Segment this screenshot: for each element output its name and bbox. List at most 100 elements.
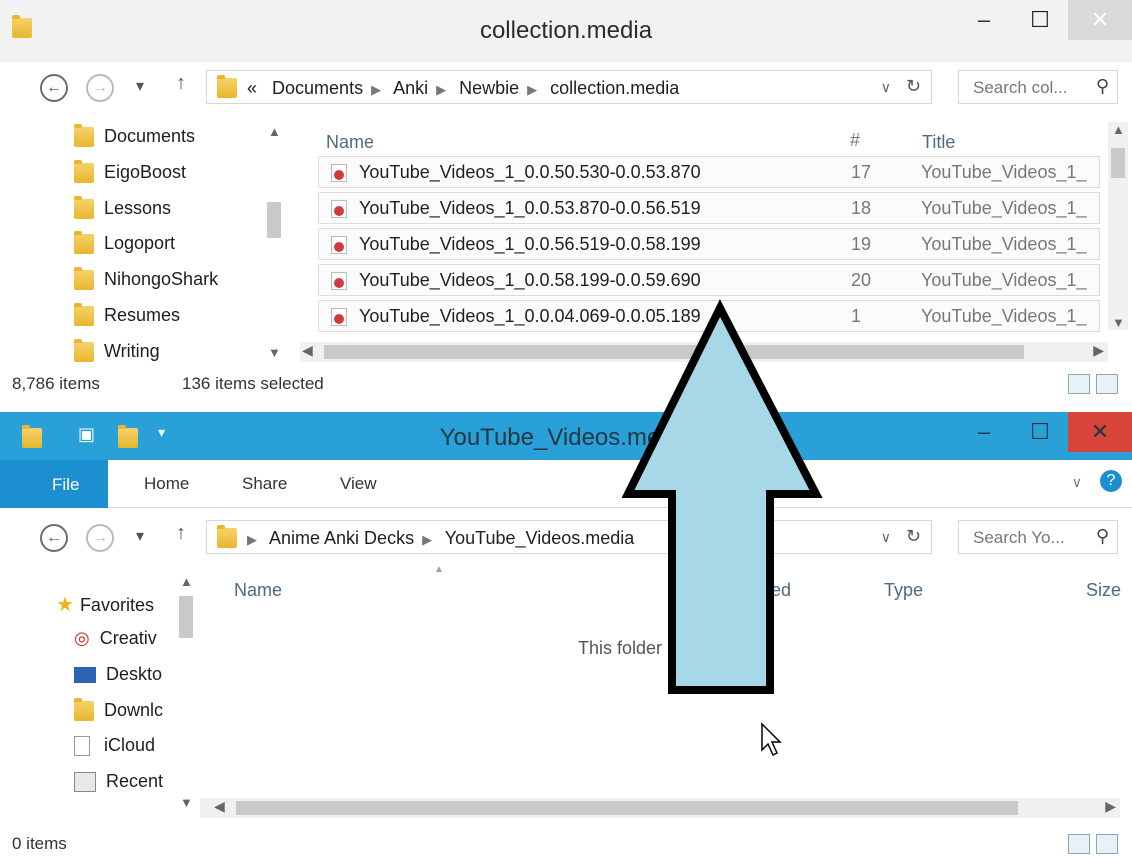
details-view-icon[interactable] bbox=[1068, 374, 1090, 394]
up-button[interactable]: ↑ bbox=[176, 522, 186, 545]
breadcrumb-youtube-videos-media[interactable]: YouTube_Videos.media bbox=[445, 528, 634, 548]
search-icon[interactable]: ⚲ bbox=[1096, 76, 1109, 97]
minimize-button[interactable]: – bbox=[956, 412, 1012, 452]
breadcrumb-anime-anki-decks[interactable]: Anime Anki Decks bbox=[269, 528, 414, 548]
search-box[interactable]: Search Yo... ⚲ bbox=[958, 520, 1118, 554]
nav-pane-scrollbar[interactable]: ▲ ▼ bbox=[176, 574, 196, 810]
maximize-button[interactable]: ☐ bbox=[1012, 0, 1068, 40]
recent-locations-dropdown[interactable]: ▾ bbox=[136, 76, 144, 96]
column-header-date-modified[interactable]: Date modified bbox=[680, 580, 791, 601]
scrollbar-thumb[interactable] bbox=[236, 801, 1018, 815]
scroll-left-icon[interactable]: ◀ bbox=[302, 342, 313, 359]
nav-item-favorites[interactable]: ★ Favorites bbox=[56, 592, 154, 617]
scroll-up-icon[interactable]: ▲ bbox=[1112, 122, 1125, 137]
file-list-vertical-scrollbar[interactable]: ▲ ▼ bbox=[1108, 122, 1128, 330]
column-header-title[interactable]: Title bbox=[922, 132, 955, 153]
scroll-up-icon[interactable]: ▲ bbox=[180, 574, 193, 589]
address-bar[interactable]: ▶ Anime Anki Decks ▶ YouTube_Videos.media… bbox=[206, 520, 932, 554]
file-name: YouTube_Videos_1_0.0.04.069-0.0.05.189 bbox=[359, 306, 701, 326]
nav-item-eigoboost[interactable]: EigoBoost bbox=[74, 160, 186, 184]
nav-label: Resumes bbox=[104, 305, 181, 325]
recent-locations-dropdown[interactable]: ▾ bbox=[136, 526, 144, 546]
file-list-horizontal-scrollbar[interactable]: ◀ ▶ bbox=[200, 798, 1120, 818]
address-bar[interactable]: « Documents ▶ Anki ▶ Newbie ▶ collection.me… bbox=[206, 70, 932, 104]
star-icon: ★ bbox=[56, 594, 74, 616]
tab-home[interactable]: Home bbox=[144, 474, 189, 494]
large-icons-view-icon[interactable] bbox=[1096, 834, 1118, 854]
scrollbar-thumb[interactable] bbox=[267, 202, 281, 238]
address-dropdown[interactable]: ∨ bbox=[881, 79, 891, 96]
nav-label: Creativ bbox=[99, 628, 157, 648]
file-row[interactable]: YouTube_Videos_1_0.0.04.069-0.0.05.189 1 Y… bbox=[318, 300, 1100, 332]
scroll-down-icon[interactable]: ▼ bbox=[268, 345, 281, 360]
column-header-name[interactable]: Name bbox=[234, 580, 282, 601]
breadcrumb-collection-media[interactable]: collection.media bbox=[550, 78, 679, 98]
maximize-button[interactable]: ☐ bbox=[1012, 412, 1068, 452]
selection-count: 136 items selected bbox=[182, 374, 324, 393]
title-bar[interactable]: ▣ ▾ YouTube_Videos.media – ☐ ✕ bbox=[0, 412, 1132, 460]
column-header-number[interactable]: # bbox=[850, 130, 860, 151]
scroll-left-icon[interactable]: ◀ bbox=[214, 798, 225, 815]
nav-item-recent[interactable]: Recent bbox=[74, 771, 163, 793]
file-list-horizontal-scrollbar[interactable]: ◀ ▶ bbox=[300, 342, 1108, 362]
address-row: ← → ▾ ↑ ▶ Anime Anki Decks ▶ YouTube_Vide… bbox=[0, 512, 1132, 564]
scroll-right-icon[interactable]: ▶ bbox=[1105, 798, 1116, 815]
recent-places-icon bbox=[74, 772, 96, 793]
breadcrumb-newbie[interactable]: Newbie bbox=[459, 78, 519, 98]
expand-ribbon-icon[interactable]: ∨ bbox=[1072, 474, 1082, 491]
title-bar[interactable]: collection.media – ☐ ✕ bbox=[0, 0, 1132, 62]
refresh-icon[interactable]: ↻ bbox=[906, 76, 921, 97]
nav-item-desktop[interactable]: Deskto bbox=[74, 664, 162, 685]
scroll-up-icon[interactable]: ▲ bbox=[268, 124, 281, 139]
up-button[interactable]: ↑ bbox=[176, 72, 186, 95]
tab-view[interactable]: View bbox=[340, 474, 377, 494]
nav-item-logoport[interactable]: Logoport bbox=[74, 231, 175, 255]
scroll-down-icon[interactable]: ▼ bbox=[180, 795, 193, 810]
column-header-name[interactable]: Name bbox=[326, 132, 374, 153]
forward-button[interactable]: → bbox=[86, 74, 114, 102]
file-title: YouTube_Videos_1_ bbox=[921, 162, 1087, 182]
back-button[interactable]: ← bbox=[40, 524, 68, 552]
column-header-size[interactable]: Size bbox=[1086, 580, 1121, 601]
back-button[interactable]: ← bbox=[40, 74, 68, 102]
file-row[interactable]: YouTube_Videos_1_0.0.50.530-0.0.53.870 17… bbox=[318, 156, 1100, 188]
nav-item-lessons[interactable]: Lessons bbox=[74, 196, 171, 220]
address-dropdown[interactable]: ∨ bbox=[881, 529, 891, 546]
nav-item-resumes[interactable]: Resumes bbox=[74, 303, 181, 327]
breadcrumb-anki[interactable]: Anki bbox=[393, 78, 428, 98]
mouse-pointer-icon bbox=[761, 722, 782, 757]
file-row[interactable]: YouTube_Videos_1_0.0.58.199-0.0.59.690 20… bbox=[318, 264, 1100, 296]
tab-file[interactable]: File bbox=[0, 460, 108, 508]
sort-ascending-icon: ▲ bbox=[434, 564, 444, 575]
refresh-icon[interactable]: ↻ bbox=[906, 526, 921, 547]
help-icon[interactable]: ? bbox=[1100, 470, 1122, 492]
scroll-down-icon[interactable]: ▼ bbox=[1112, 315, 1125, 330]
nav-pane-scrollbar[interactable]: ▲ ▼ bbox=[264, 124, 284, 360]
nav-item-icloud[interactable]: iCloud bbox=[74, 735, 155, 757]
audio-file-icon bbox=[331, 308, 347, 326]
scrollbar-thumb[interactable] bbox=[324, 345, 1024, 359]
file-row[interactable]: YouTube_Videos_1_0.0.53.870-0.0.56.519 18… bbox=[318, 192, 1100, 224]
nav-item-writing[interactable]: Writing bbox=[74, 339, 160, 363]
scrollbar-thumb[interactable] bbox=[179, 596, 193, 638]
details-view-icon[interactable] bbox=[1068, 834, 1090, 854]
nav-item-documents[interactable]: Documents bbox=[74, 124, 195, 148]
nav-item-creative-cloud[interactable]: ◎ Creativ bbox=[74, 628, 157, 649]
breadcrumb-documents[interactable]: Documents bbox=[272, 78, 363, 98]
breadcrumb-overflow[interactable]: « bbox=[247, 78, 257, 98]
nav-item-nihongoshark[interactable]: NihongoShark bbox=[74, 267, 218, 291]
large-icons-view-icon[interactable] bbox=[1096, 374, 1118, 394]
file-title: YouTube_Videos_1_ bbox=[921, 270, 1087, 290]
scroll-right-icon[interactable]: ▶ bbox=[1093, 342, 1104, 359]
column-header-type[interactable]: Type bbox=[884, 580, 923, 601]
search-icon[interactable]: ⚲ bbox=[1096, 526, 1109, 547]
search-box[interactable]: Search col... ⚲ bbox=[958, 70, 1118, 104]
scrollbar-thumb[interactable] bbox=[1111, 148, 1125, 178]
nav-item-downloads[interactable]: Downlc bbox=[74, 698, 163, 722]
file-row[interactable]: YouTube_Videos_1_0.0.56.519-0.0.58.199 19… bbox=[318, 228, 1100, 260]
forward-button[interactable]: → bbox=[86, 524, 114, 552]
close-button[interactable]: ✕ bbox=[1068, 0, 1132, 40]
close-button[interactable]: ✕ bbox=[1068, 412, 1132, 452]
minimize-button[interactable]: – bbox=[956, 0, 1012, 40]
tab-share[interactable]: Share bbox=[242, 474, 287, 494]
